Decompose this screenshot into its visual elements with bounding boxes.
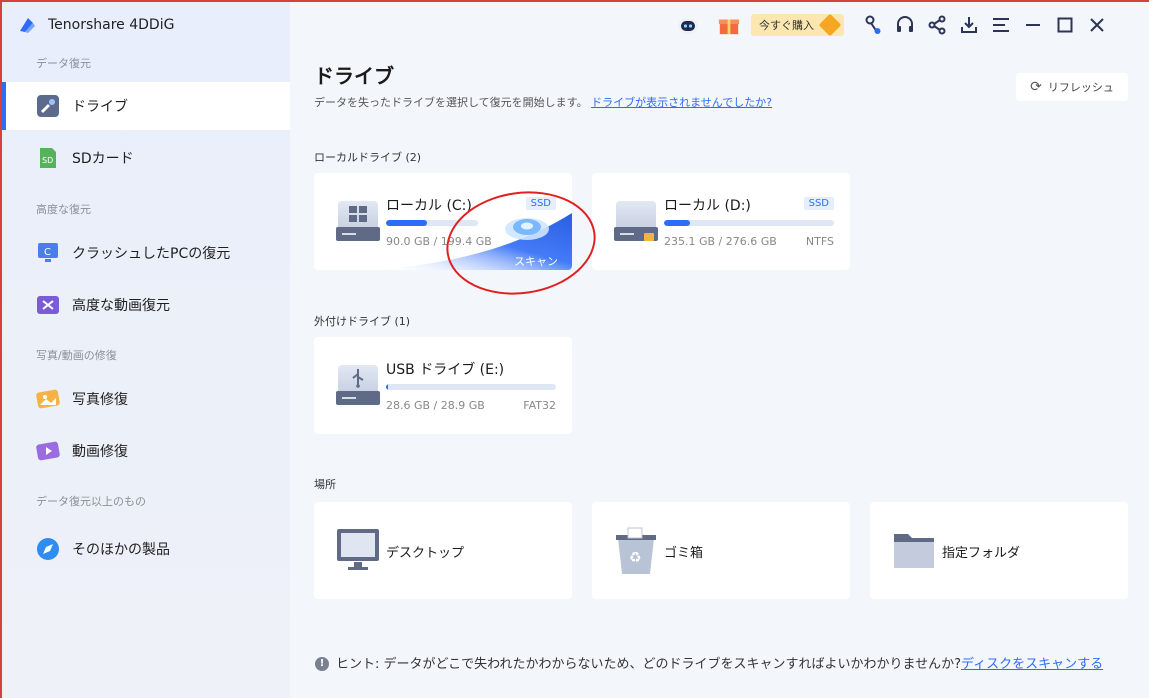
sidebar-item-label: ドライブ [72, 99, 128, 115]
sidebar-item-label: 写真修復 [72, 392, 128, 408]
drive-name: ローカル (C:) [386, 198, 472, 214]
sidebar-item-sd-card[interactable]: SD SDカード [2, 134, 290, 182]
app-title: Tenorshare 4DDiG [48, 17, 175, 33]
brand: Tenorshare 4DDiG [16, 14, 174, 36]
sidebar-item-label: 動画修復 [72, 444, 128, 460]
svg-text:SD: SD [42, 156, 53, 165]
sidebar-item-label: SDカード [72, 151, 134, 167]
local-drives-label: ローカルドライブ (2) [314, 151, 422, 164]
sd-card-icon: SD [36, 146, 60, 170]
sidebar-item-label: そのほかの製品 [72, 542, 170, 558]
sidebar-item-other-products[interactable]: そのほかの製品 [2, 525, 290, 573]
video-repair-icon [36, 439, 60, 463]
hint-text: ヒント: データがどこで失われたかわからないため、どのドライブをスキャンすればよ… [336, 655, 1136, 675]
sidebar: Tenorshare 4DDiG データ復元 ドライブ SD SDカード 高度な… [2, 2, 290, 698]
scan-disk-link[interactable]: ディスクをスキャンする [961, 657, 1103, 672]
drive-tools-icon [36, 94, 60, 118]
subtitle-text: データを失ったドライブを選択して復元を開始します。 [314, 96, 588, 109]
crashed-pc-icon: C [36, 241, 60, 265]
drive-name: ローカル (D:) [664, 198, 751, 214]
windows-drive-icon [336, 201, 380, 243]
drive-not-shown-link[interactable]: ドライブが表示されませんでしたか? [591, 96, 772, 109]
hint-body: データがどこで失われたかわからないため、どのドライブをスキャンすればよいかわかり… [383, 657, 962, 672]
svg-text:♻: ♻ [629, 550, 642, 566]
filesystem-label: FAT32 [523, 399, 556, 412]
ssd-badge: SSD [803, 197, 834, 210]
page-subtitle: データを失ったドライブを選択して復元を開始します。 ドライブが表示されませんでし… [314, 94, 772, 110]
page-title: ドライブ [314, 64, 394, 88]
usb-drive-icon [336, 365, 380, 407]
drive-card-d[interactable]: ローカル (D:) SSD 235.1 GB / 276.6 GB NTFS [592, 173, 850, 270]
refresh-label: リフレッシュ [1047, 81, 1114, 94]
sidebar-item-crashed-pc[interactable]: C クラッシュしたPCの復元 [2, 229, 290, 277]
usage-bar [664, 220, 834, 226]
folder-icon [892, 530, 936, 574]
info-icon: ! [315, 657, 329, 671]
svg-text:C: C [44, 247, 51, 258]
drive-size: 28.6 GB / 28.9 GB [386, 399, 485, 412]
usage-bar [386, 384, 556, 390]
usage-bar-fill [664, 220, 690, 226]
sidebar-item-video-repair[interactable]: 動画修復 [2, 427, 290, 475]
place-label: ゴミ箱 [664, 546, 704, 561]
drive-icon [614, 201, 658, 243]
usage-bar-fill [386, 220, 428, 226]
place-desktop[interactable]: デスクトップ [314, 502, 572, 599]
drive-size: 235.1 GB / 276.6 GB [664, 235, 777, 248]
section-data-recovery: データ復元 [36, 57, 91, 70]
refresh-icon: ⟳ [1030, 79, 1042, 95]
sidebar-item-advanced-video[interactable]: 高度な動画復元 [2, 281, 290, 329]
section-advanced-recovery: 高度な復元 [36, 203, 91, 216]
place-recycle-bin[interactable]: ♻ ゴミ箱 [592, 502, 850, 599]
sidebar-item-label: クラッシュしたPCの復元 [72, 246, 231, 262]
sidebar-item-label: 高度な動画復元 [72, 298, 170, 314]
place-label: デスクトップ [386, 546, 465, 561]
external-drives-label: 外付けドライブ (1) [314, 315, 411, 328]
places-label: 場所 [314, 478, 336, 491]
photo-repair-icon [36, 387, 60, 411]
place-label: 指定フォルダ [942, 546, 1021, 561]
usage-bar-fill [386, 384, 388, 390]
app-window: Tenorshare 4DDiG データ復元 ドライブ SD SDカード 高度な… [0, 0, 1149, 698]
desktop-icon [336, 528, 380, 576]
sidebar-item-photo-repair[interactable]: 写真修復 [2, 375, 290, 423]
filesystem-label: NTFS [805, 235, 834, 248]
section-photo-video-repair: 写真/動画の修復 [36, 349, 117, 362]
main-panel: ドライブ データを失ったドライブを選択して復元を開始します。 ドライブが表示され… [290, 2, 1149, 698]
sidebar-item-drive[interactable]: ドライブ [2, 82, 290, 130]
drive-card-e[interactable]: USB ドライブ (E:) 28.6 GB / 28.9 GB FAT32 [314, 337, 572, 434]
refresh-button[interactable]: ⟳ リフレッシュ [1016, 73, 1128, 101]
advanced-video-icon [36, 293, 60, 317]
hint-prefix: ヒント: [336, 657, 380, 672]
section-beyond-recovery: データ復元以上のもの [36, 495, 146, 508]
app-logo-icon [16, 14, 38, 36]
recycle-bin-icon: ♻ [614, 526, 658, 580]
compass-icon [36, 537, 60, 561]
drive-name: USB ドライブ (E:) [386, 362, 505, 378]
place-specified-folder[interactable]: 指定フォルダ [870, 502, 1128, 599]
hint-bar: ! ヒント: データがどこで失われたかわからないため、どのドライブをスキャンすれ… [290, 643, 1149, 698]
